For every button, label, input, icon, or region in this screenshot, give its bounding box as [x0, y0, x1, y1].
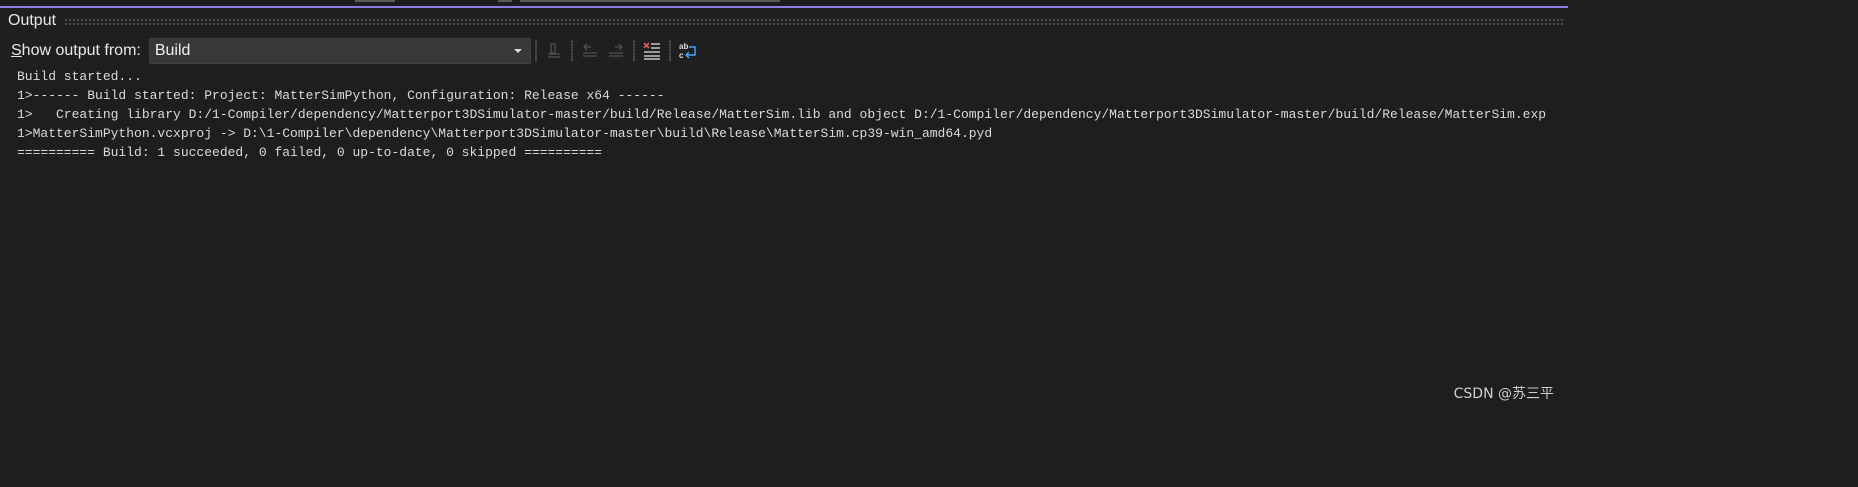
- output-line: 1> Creating library D:/1-Compiler/depend…: [17, 107, 1547, 122]
- output-line: 1>------ Build started: Project: MatterS…: [17, 88, 665, 103]
- show-output-label: Show output from:: [11, 42, 141, 60]
- panel-title-bar[interactable]: Output: [0, 8, 1568, 34]
- watermark: CSDN @苏三平: [1453, 386, 1554, 402]
- output-line: 1>MatterSimPython.vcxproj -> D:\1-Compil…: [17, 126, 993, 141]
- drag-grip[interactable]: [64, 17, 1564, 25]
- toolbar-separator: [570, 40, 573, 62]
- output-line: Build started...: [17, 69, 142, 84]
- output-source-dropdown[interactable]: Build: [148, 38, 531, 64]
- svg-text:ab: ab: [679, 42, 688, 51]
- toggle-word-wrap-button[interactable]: ab c: [675, 38, 701, 64]
- svg-text:c: c: [679, 51, 684, 60]
- previous-message-button[interactable]: [577, 38, 603, 64]
- output-source-value: Build: [154, 42, 191, 59]
- find-message-in-code-icon: [547, 43, 560, 58]
- output-line: ========== Build: 1 succeeded, 0 failed,…: [17, 145, 603, 160]
- clear-all-button[interactable]: [639, 38, 665, 64]
- chevron-down-icon: [513, 49, 522, 53]
- output-toolbar: Show output from: Build ab c: [0, 36, 1568, 66]
- toolbar-separator: [534, 40, 537, 62]
- clear-all-icon: [643, 42, 660, 60]
- go-to-next-message-icon: [608, 43, 623, 57]
- output-window: Output Show output from: Build ab c Buil…: [0, 0, 1568, 411]
- panel-title: Output: [8, 12, 57, 29]
- show-output-label-text: how output from:: [21, 42, 141, 59]
- next-message-button[interactable]: [603, 38, 629, 64]
- toolbar-separator: [668, 40, 671, 62]
- toggle-word-wrap-icon: ab c: [679, 42, 696, 60]
- toolbar-separator: [632, 40, 635, 62]
- show-output-accesskey: S: [11, 42, 22, 59]
- go-to-previous-message-icon: [582, 43, 597, 57]
- output-text-area[interactable]: Build started... 1>------ Build started:…: [8, 67, 1568, 411]
- find-message-in-code-button[interactable]: [541, 38, 567, 64]
